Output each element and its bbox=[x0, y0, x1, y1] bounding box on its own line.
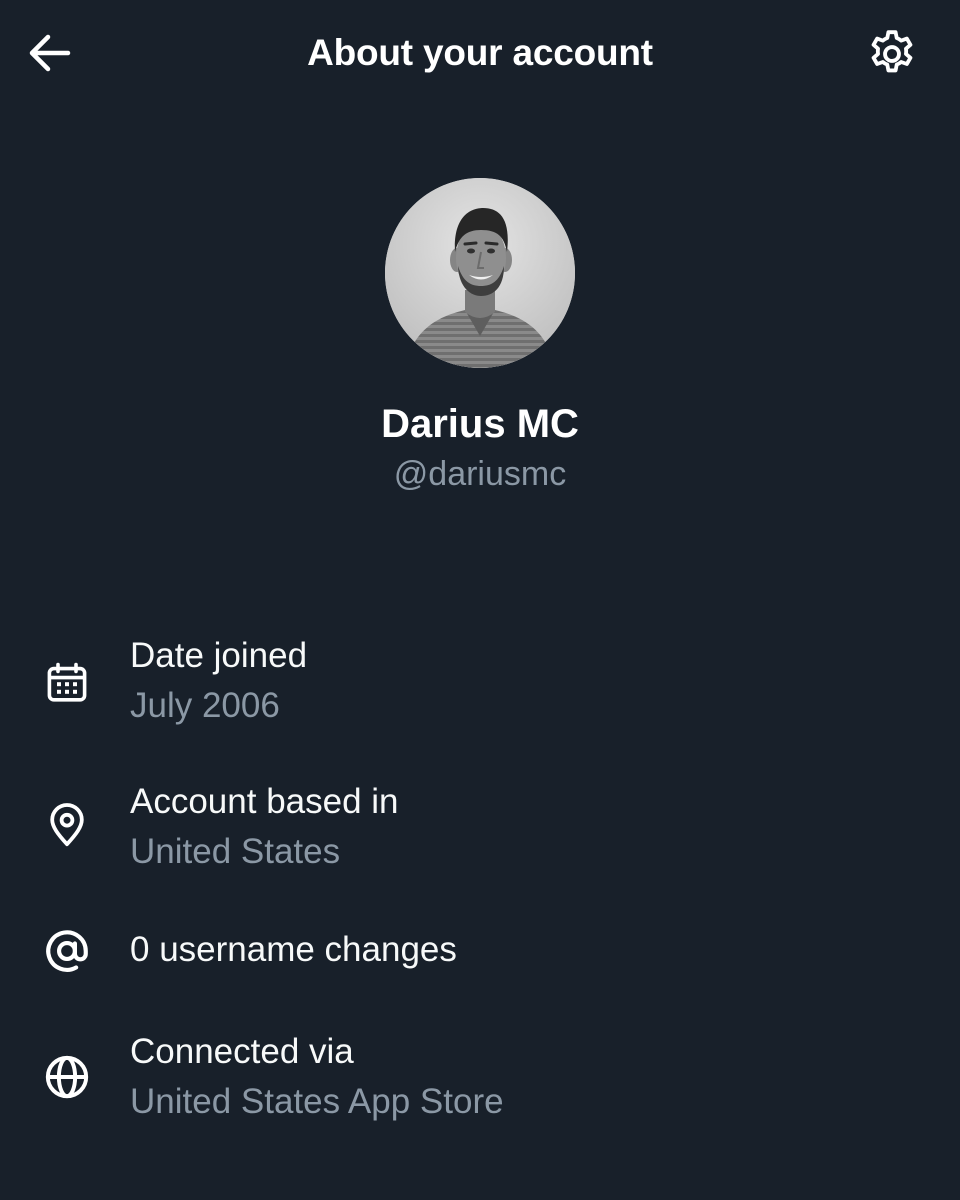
about-account-screen: About your account Darius MC @dariusmc D… bbox=[0, 0, 960, 1200]
info-row-username-changes: 0 username changes bbox=[0, 920, 960, 984]
gear-icon bbox=[871, 30, 913, 73]
calendar-icon bbox=[36, 652, 98, 714]
date-joined-label: Date joined bbox=[130, 636, 308, 675]
date-joined-value: July 2006 bbox=[130, 686, 280, 725]
username-changes-label: 0 username changes bbox=[130, 930, 457, 969]
info-row-account-based-in: Account based in United States bbox=[0, 776, 960, 886]
connected-via-label: Connected via bbox=[130, 1032, 354, 1071]
username-handle: @dariusmc bbox=[393, 455, 567, 493]
account-based-in-value: United States bbox=[130, 832, 341, 871]
profile-photo bbox=[385, 178, 575, 368]
page-title: About your account bbox=[307, 32, 653, 73]
top-bar: About your account bbox=[0, 0, 960, 110]
display-name: Darius MC bbox=[381, 402, 579, 446]
avatar[interactable] bbox=[385, 178, 575, 368]
info-row-connected-via: Connected via United States App Store bbox=[0, 1026, 960, 1136]
location-pin-icon bbox=[36, 794, 98, 856]
connected-via-value: United States App Store bbox=[130, 1082, 504, 1121]
info-row-date-joined: Date joined July 2006 bbox=[0, 630, 960, 740]
settings-button[interactable] bbox=[860, 22, 924, 86]
account-based-in-label: Account based in bbox=[130, 782, 399, 821]
globe-icon bbox=[36, 1046, 98, 1108]
at-sign-icon bbox=[36, 920, 98, 982]
